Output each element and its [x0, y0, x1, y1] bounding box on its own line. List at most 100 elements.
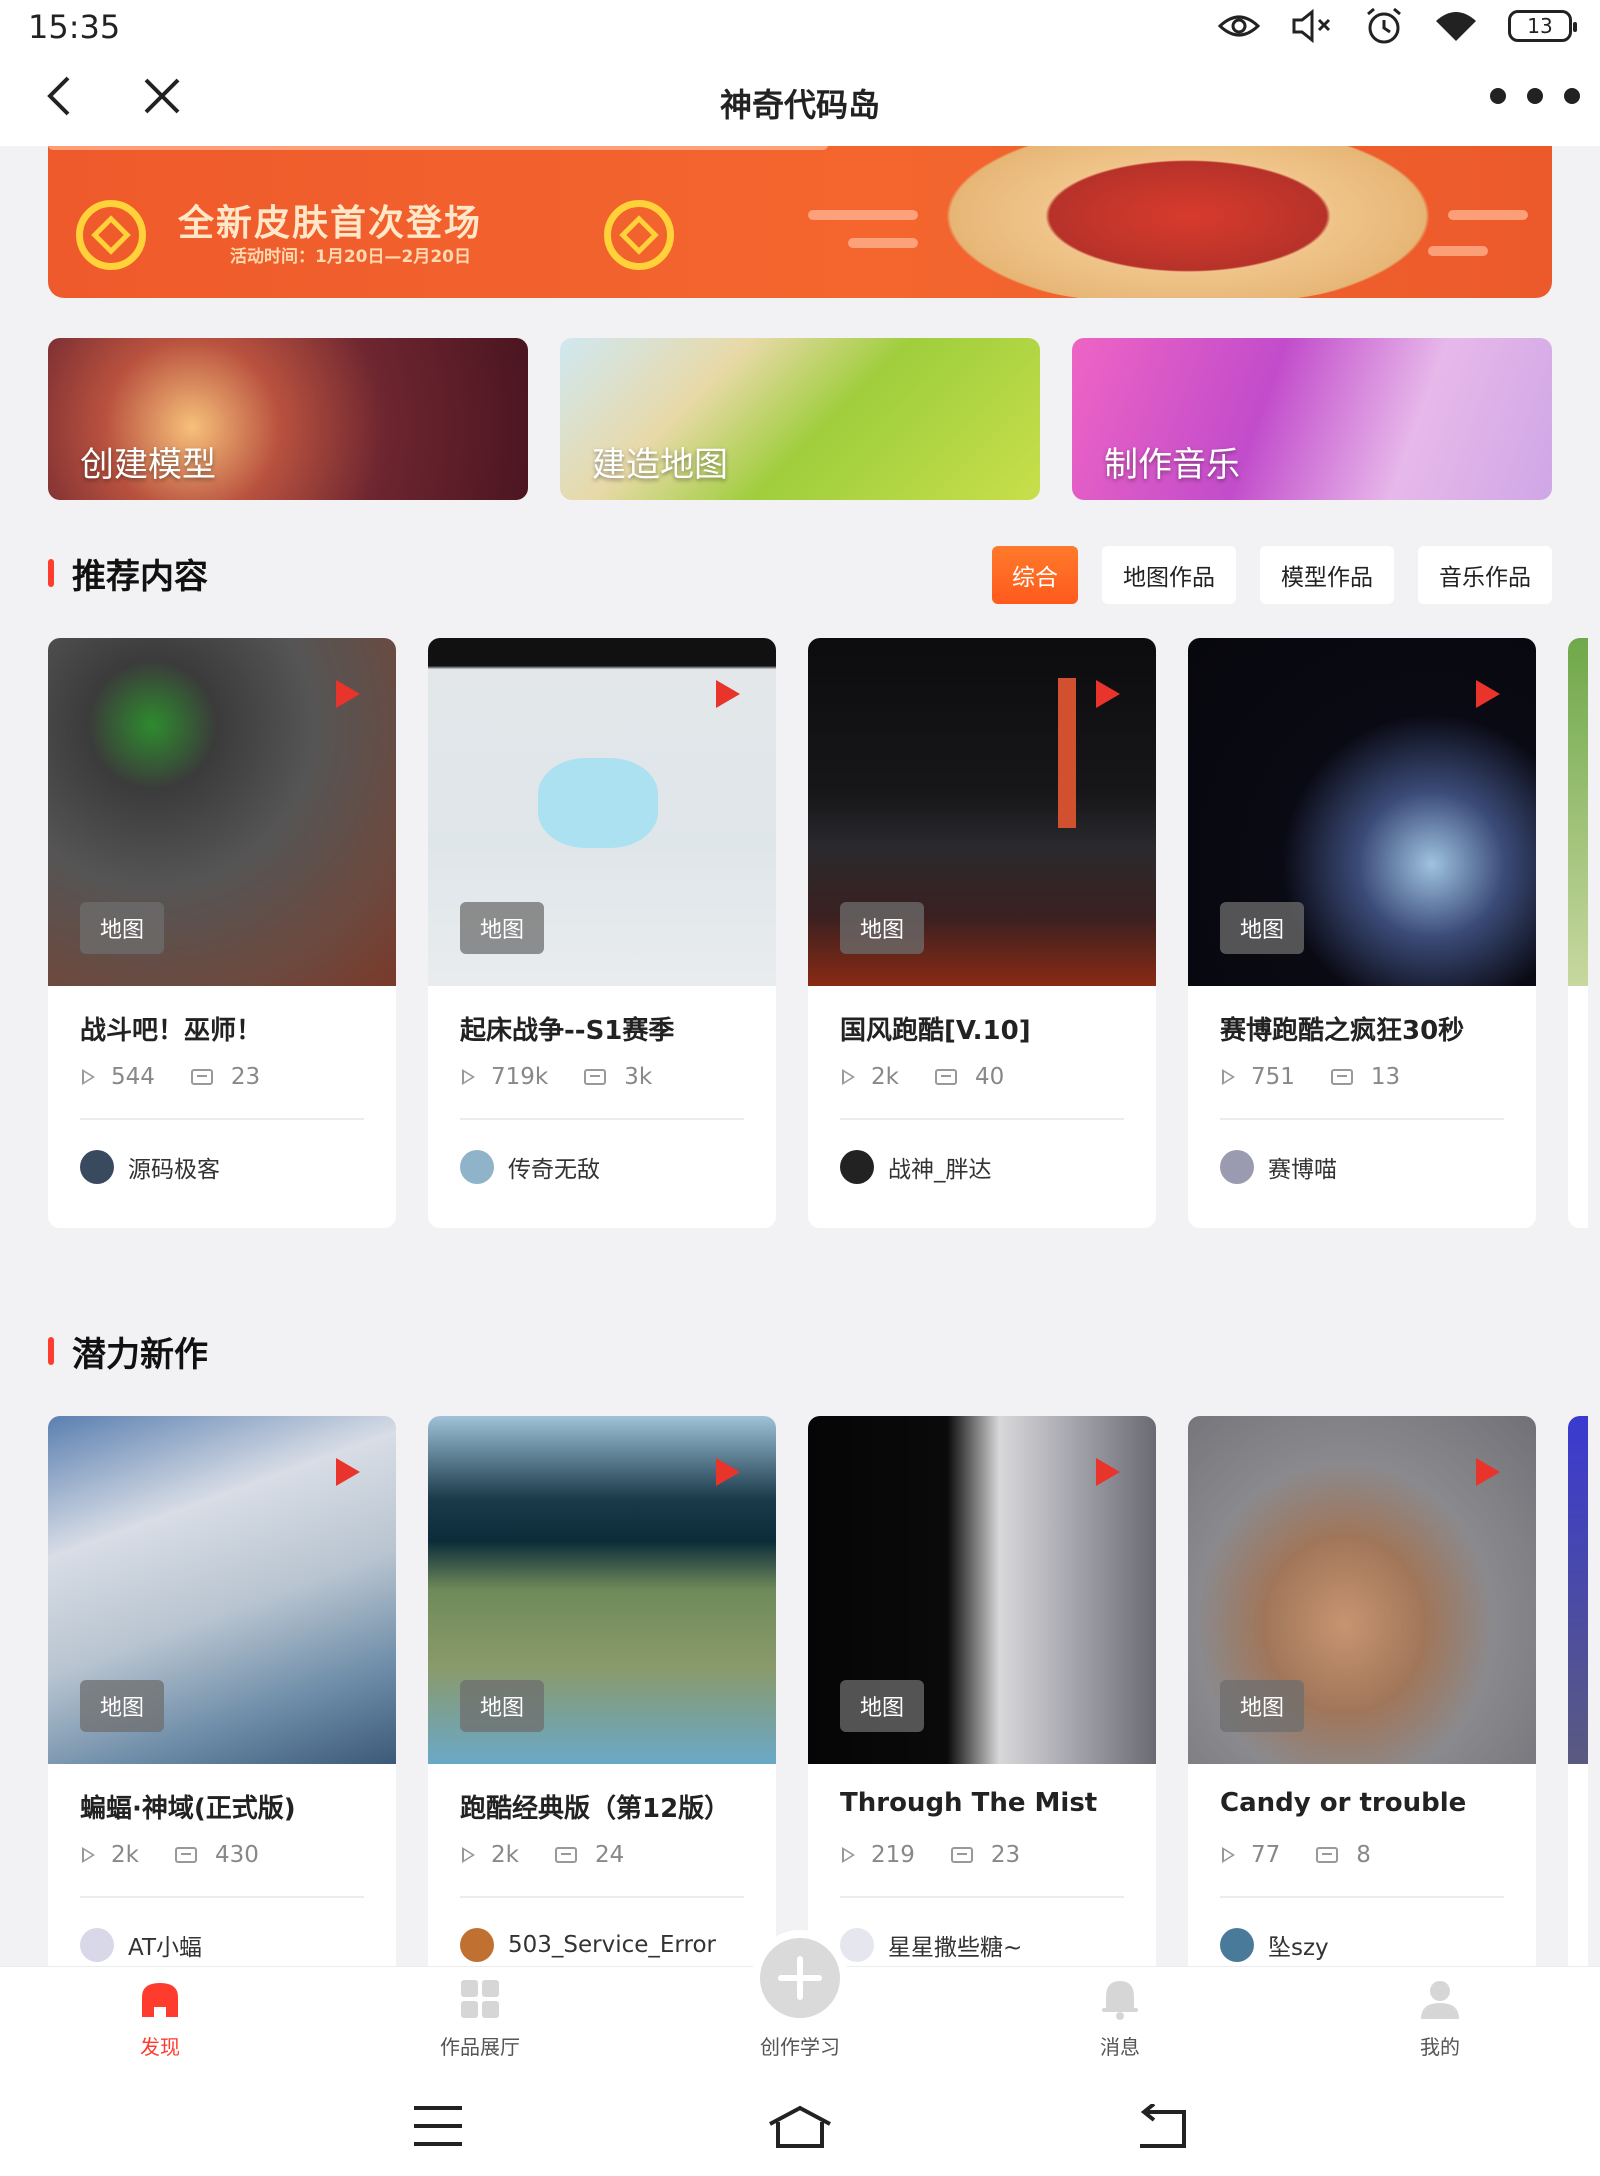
battery-icon: 13 [1508, 10, 1577, 42]
nav-discover[interactable]: 发现 [80, 1977, 240, 2060]
card-stats: 77 8 [1222, 1842, 1371, 1868]
card-tag: 地图 [1220, 1680, 1304, 1732]
menu-icon[interactable] [412, 2104, 464, 2148]
card-author[interactable]: 503_Service_Error [460, 1928, 716, 1962]
tab-map-works[interactable]: 地图作品 [1102, 546, 1236, 604]
avatar [840, 1150, 874, 1184]
card-stats: 2k 430 [82, 1842, 259, 1868]
play-count-icon [82, 1069, 95, 1085]
alarm-icon [1367, 7, 1401, 44]
new-works-header: 潜力新作 [48, 1326, 208, 1376]
card-author[interactable]: 战神_胖达 [840, 1150, 992, 1184]
play-icon [1476, 1458, 1500, 1486]
card-title: Candy or trouble [1220, 1788, 1467, 1818]
tab-model-works[interactable]: 模型作品 [1260, 546, 1394, 604]
nav-gallery[interactable]: 作品展厅 [400, 1977, 560, 2060]
card-author[interactable]: 源码极客 [80, 1150, 220, 1184]
play-icon [716, 1458, 740, 1486]
play-icon [716, 680, 740, 708]
card-tag: 地图 [840, 902, 924, 954]
work-card[interactable]: 地图 国风跑酷[V.10] 2k 40 战神_胖达 [808, 638, 1156, 1228]
create-model-card[interactable]: 创建模型 [48, 338, 528, 500]
home-nav-icon[interactable] [766, 2104, 834, 2150]
card-author[interactable]: 赛博喵 [1220, 1150, 1337, 1184]
more-options-icon[interactable] [1490, 78, 1580, 114]
work-card[interactable]: 地图 战斗吧！巫师！ 544 23 源码极客 [48, 638, 396, 1228]
build-map-card[interactable]: 建造地图 [560, 338, 1040, 500]
tab-all[interactable]: 综合 [992, 546, 1078, 604]
title-bar: 神奇代码岛 [0, 52, 1600, 146]
play-icon [1476, 680, 1500, 708]
play-count-icon [1222, 1847, 1235, 1863]
person-icon [1421, 1981, 1459, 2019]
banner-illustration [908, 146, 1468, 298]
card-title: Through The Mist [840, 1788, 1098, 1818]
comment-icon [1316, 1847, 1339, 1863]
card-stats: 719k 3k [462, 1064, 652, 1090]
avatar [1220, 1928, 1254, 1962]
eye-icon [1218, 15, 1260, 37]
author-name: 星星撒些糖~ [888, 1935, 1023, 1961]
next-card-peek[interactable] [1568, 638, 1588, 1228]
author-name: AT小蝠 [128, 1935, 202, 1961]
status-bar: 15:35 13 [0, 0, 1600, 52]
make-music-label: 制作音乐 [1104, 445, 1240, 485]
work-card[interactable]: 地图 跑酷经典版（第12版） 2k 24 503_Service_Error [428, 1416, 776, 1976]
nav-messages[interactable]: 消息 [1040, 1977, 1200, 2060]
work-card[interactable]: 地图 起床战争--S1赛季 719k 3k 传奇无敌 [428, 638, 776, 1228]
avatar [840, 1928, 874, 1962]
play-count-icon [82, 1847, 95, 1863]
play-icon [336, 680, 360, 708]
card-tag: 地图 [840, 1680, 924, 1732]
author-name: 源码极客 [128, 1157, 220, 1183]
coin-icon-right [604, 200, 674, 270]
nav-profile[interactable]: 我的 [1360, 1977, 1520, 2060]
work-card[interactable]: 地图 赛博跑酷之疯狂30秒 751 13 赛博喵 [1188, 638, 1536, 1228]
play-count-icon [1222, 1069, 1235, 1085]
play-count-icon [462, 1847, 475, 1863]
work-card[interactable]: 地图 蝙蝠·神域(正式版) 2k 430 AT小蝠 [48, 1416, 396, 1976]
card-title: 赛博跑酷之疯狂30秒 [1220, 1016, 1465, 1046]
system-nav [0, 2076, 1600, 2176]
bell-icon [1102, 1981, 1138, 2020]
avatar [80, 1928, 114, 1962]
next-card-peek[interactable] [1568, 1416, 1588, 1976]
card-stats: 2k 40 [842, 1064, 1004, 1090]
card-author[interactable]: 星星撒些糖~ [840, 1928, 1022, 1962]
comment-count: 23 [990, 1842, 1021, 1868]
play-count: 2k [871, 1064, 899, 1090]
work-card[interactable]: 地图 Through The Mist 219 23 星星撒些糖~ [808, 1416, 1156, 1976]
card-title: 战斗吧！巫师！ [80, 1016, 263, 1046]
card-tag: 地图 [80, 902, 164, 954]
nav-messages-label: 消息 [1100, 2035, 1140, 2059]
card-author[interactable]: AT小蝠 [80, 1928, 202, 1962]
card-tag: 地图 [460, 1680, 544, 1732]
filter-tabs: 综合 地图作品 模型作品 音乐作品 [992, 546, 1552, 604]
comment-count: 24 [594, 1842, 625, 1868]
banner-subline: 活动时间：1月20日—2月20日 [230, 247, 471, 267]
comment-icon [584, 1069, 607, 1085]
make-music-card[interactable]: 制作音乐 [1072, 338, 1552, 500]
author-name: 坠szy [1268, 1935, 1329, 1961]
nav-learn[interactable]: 创作学习 [720, 2021, 880, 2060]
wifi-icon [1436, 12, 1476, 41]
card-author[interactable]: 坠szy [1220, 1928, 1329, 1962]
back-nav-icon[interactable] [1134, 2104, 1190, 2150]
card-author[interactable]: 传奇无敌 [460, 1150, 600, 1184]
play-count: 77 [1251, 1842, 1281, 1868]
play-icon [336, 1458, 360, 1486]
play-count: 2k [491, 1842, 519, 1868]
work-card[interactable]: 地图 Candy or trouble 77 8 坠szy [1188, 1416, 1536, 1976]
grid-icon [461, 1980, 499, 2018]
author-name: 战神_胖达 [888, 1157, 992, 1183]
card-tag: 地图 [1220, 902, 1304, 954]
nav-gallery-label: 作品展厅 [440, 2035, 520, 2059]
promo-banner[interactable]: 全新皮肤首次登场 活动时间：1月20日—2月20日 [48, 146, 1552, 298]
comment-count: 23 [230, 1064, 261, 1090]
create-button[interactable] [752, 1930, 848, 2026]
avatar [460, 1928, 494, 1962]
card-tag: 地图 [460, 902, 544, 954]
play-count: 219 [871, 1842, 915, 1868]
tab-music-works[interactable]: 音乐作品 [1418, 546, 1552, 604]
plus-icon [760, 1938, 840, 2018]
